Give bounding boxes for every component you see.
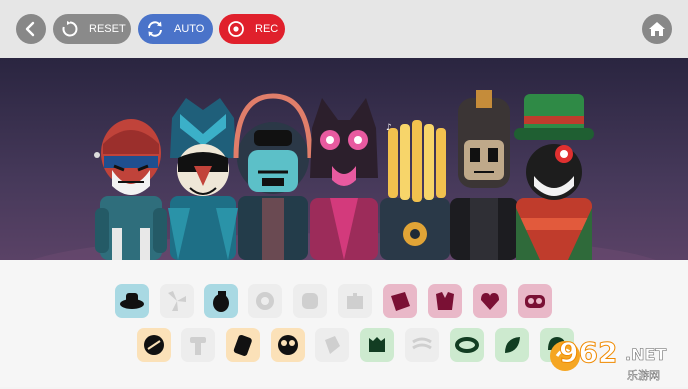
disc-icon <box>144 335 164 355</box>
sound-ring-icon[interactable] <box>450 328 484 362</box>
chevron-left-icon <box>25 21 35 37</box>
reset-button[interactable]: RESET <box>53 14 131 44</box>
sound-bag-icon[interactable] <box>383 284 417 318</box>
character-beat-3[interactable] <box>233 93 313 260</box>
hat-icon <box>120 293 144 309</box>
watermark-suffix: .NET <box>625 345 666 364</box>
rec-label: REC <box>255 23 279 35</box>
heart-icon <box>481 293 499 310</box>
sound-disc-icon[interactable] <box>137 328 171 362</box>
top-toolbar: RESET AUTO REC <box>0 0 688 58</box>
home-button[interactable] <box>642 14 672 44</box>
pipe-icon <box>190 337 206 355</box>
auto-label: AUTO <box>174 23 205 35</box>
auto-button[interactable]: AUTO <box>138 14 213 44</box>
svg-text:♪: ♪ <box>386 123 392 133</box>
sound-mask-icon[interactable] <box>293 284 327 318</box>
sound-grenade-icon[interactable] <box>204 284 238 318</box>
monster-icon <box>369 337 385 352</box>
sound-goggles-icon[interactable] <box>518 284 552 318</box>
character-stage: ♪ <box>0 58 688 260</box>
character-effect-2[interactable]: ♪ <box>380 120 450 260</box>
mask-icon <box>302 293 318 309</box>
reset-label: RESET <box>89 23 126 35</box>
sound-fan-icon[interactable] <box>160 284 194 318</box>
sound-chest-icon[interactable] <box>428 284 462 318</box>
character-melody-1[interactable] <box>450 90 518 260</box>
character-effect-1[interactable] <box>310 98 378 260</box>
sound-gear-icon[interactable] <box>248 284 282 318</box>
sound-pipe-icon[interactable] <box>181 328 215 362</box>
grenade-icon <box>213 291 229 312</box>
record-button[interactable]: REC <box>219 14 285 44</box>
sound-cube-icon[interactable] <box>315 328 349 362</box>
leaf-icon <box>505 337 520 353</box>
bag-icon <box>391 292 410 311</box>
sound-hat-icon[interactable] <box>115 284 149 318</box>
card-icon <box>233 334 252 356</box>
cube-icon <box>325 336 340 354</box>
ring-icon <box>455 337 479 353</box>
back-button[interactable] <box>16 14 46 44</box>
watermark-subtitle: 乐游网 <box>627 369 660 382</box>
sound-leaf-icon[interactable] <box>495 328 529 362</box>
reset-icon <box>62 21 78 37</box>
sound-monster-icon[interactable] <box>360 328 394 362</box>
face-icon <box>278 335 298 355</box>
goggles-icon <box>525 295 545 308</box>
sound-puzzle-icon[interactable] <box>338 284 372 318</box>
gear-icon <box>256 292 274 310</box>
character-beat-2[interactable] <box>168 98 238 260</box>
character-beat-1[interactable] <box>94 119 167 260</box>
watermark-number: 962 <box>559 336 617 369</box>
sound-heart-icon[interactable] <box>473 284 507 318</box>
record-icon <box>228 21 244 37</box>
sound-face-icon[interactable] <box>271 328 305 362</box>
sound-card-icon[interactable] <box>226 328 260 362</box>
sound-wave-icon[interactable] <box>405 328 439 362</box>
character-voice-1[interactable] <box>514 94 594 260</box>
site-watermark: 962 .NET 乐游网 <box>545 334 685 384</box>
fan-icon <box>168 291 186 311</box>
home-icon <box>649 22 665 36</box>
chest-icon <box>436 292 454 310</box>
puzzle-icon <box>347 293 363 309</box>
wave-icon <box>412 337 432 350</box>
auto-refresh-icon <box>148 21 162 37</box>
